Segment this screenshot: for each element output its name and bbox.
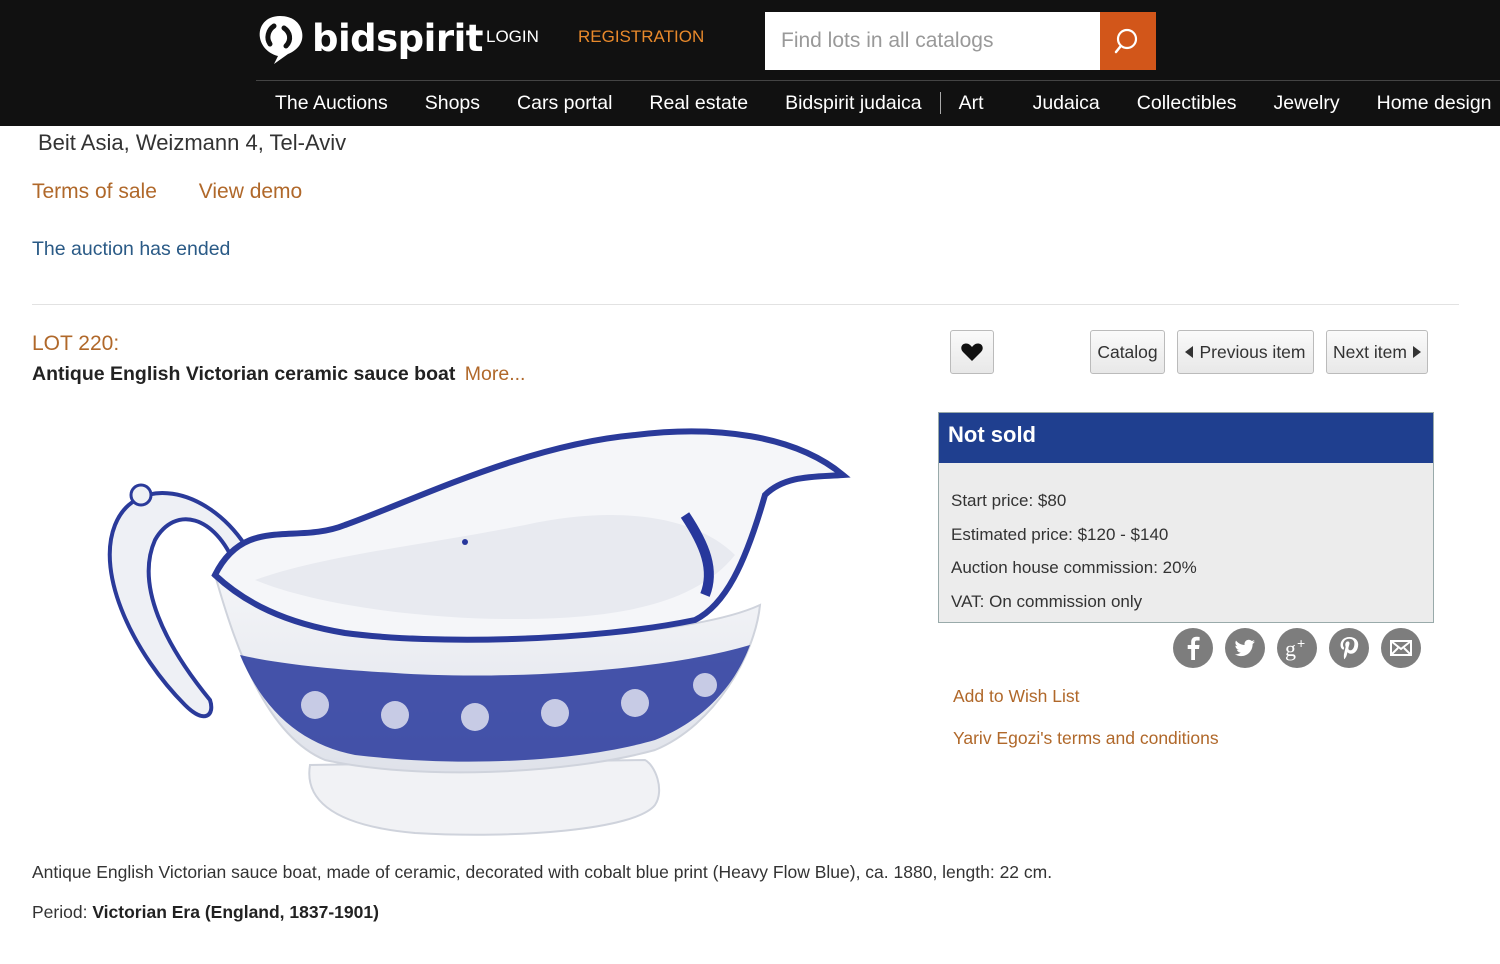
next-item-button[interactable]: Next item	[1326, 330, 1428, 374]
view-demo-link[interactable]: View demo	[199, 180, 303, 203]
search-bar	[765, 12, 1156, 70]
start-price: Start price: $80	[951, 491, 1067, 510]
bidspirit-logo-icon	[259, 16, 303, 64]
caret-right-icon	[1412, 346, 1421, 358]
google-plus-icon[interactable]: g +	[1277, 628, 1317, 668]
auction-venue: Beit Asia, Weizmann 4, Tel-Aviv	[38, 130, 347, 155]
facebook-icon[interactable]	[1173, 628, 1213, 668]
search-input[interactable]	[765, 12, 1100, 70]
catalog-button[interactable]: Catalog	[1090, 330, 1165, 374]
social-share: g +	[1173, 628, 1421, 668]
logo-text: bidspirit	[312, 16, 483, 60]
catalog-button-label: Catalog	[1097, 341, 1158, 362]
nav-cars-portal[interactable]: Cars portal	[517, 92, 612, 115]
nav-shops[interactable]: Shops	[425, 92, 480, 115]
previous-item-button[interactable]: Previous item	[1177, 330, 1314, 374]
section-divider	[32, 304, 1459, 305]
auction-commission: Auction house commission: 20%	[951, 558, 1197, 577]
main-nav: The Auctions Shops Cars portal Real esta…	[275, 90, 1492, 116]
next-item-label: Next item	[1333, 341, 1407, 362]
bidspirit-logo[interactable]: bidspirit	[254, 10, 483, 66]
lot-image[interactable]	[95, 405, 855, 845]
lot-number: LOT 220:	[32, 332, 120, 355]
period-value: Victorian Era (England, 1837-1901)	[92, 902, 379, 922]
nav-divider	[939, 92, 941, 114]
twitter-icon[interactable]	[1225, 628, 1265, 668]
more-link[interactable]: More...	[465, 363, 526, 385]
lot-title-text: Antique English Victorian ceramic sauce …	[32, 363, 456, 385]
caret-left-icon	[1185, 346, 1194, 358]
estimated-price: Estimated price: $120 - $140	[951, 524, 1169, 544]
terms-of-sale-link[interactable]: Terms of sale	[32, 180, 157, 203]
nav-real-estate[interactable]: Real estate	[649, 92, 748, 115]
nav-jewelry[interactable]: Jewelry	[1274, 92, 1340, 115]
search-button[interactable]	[1100, 12, 1156, 70]
svg-text:+: +	[1297, 635, 1305, 651]
favorite-button[interactable]	[950, 330, 994, 374]
heart-icon	[961, 343, 983, 361]
header-divider	[256, 80, 1500, 81]
lot-period: Period: Victorian Era (England, 1837-190…	[32, 902, 379, 923]
add-to-wish-list-link[interactable]: Add to Wish List	[953, 686, 1079, 707]
svg-text:g: g	[1285, 636, 1296, 661]
nav-the-auctions[interactable]: The Auctions	[275, 92, 388, 115]
vat-info: VAT: On commission only	[951, 591, 1143, 611]
search-icon	[1114, 28, 1138, 54]
sale-info-panel: Not sold Start price: $80 Estimated pric…	[938, 412, 1434, 623]
previous-item-label: Previous item	[1199, 341, 1306, 362]
auction-status-message: The auction has ended	[32, 238, 231, 260]
period-label: Period:	[32, 902, 88, 922]
auction-links: Terms of sale View demo	[32, 180, 338, 204]
registration-link[interactable]: REGISTRATION	[578, 27, 704, 47]
nav-judaica[interactable]: Judaica	[1033, 92, 1100, 115]
nav-art[interactable]: Art	[959, 92, 984, 115]
sale-status: Not sold	[939, 413, 1433, 463]
email-icon[interactable]	[1381, 628, 1421, 668]
pinterest-icon[interactable]	[1329, 628, 1369, 668]
login-link[interactable]: LOGIN	[486, 27, 539, 47]
lot-description: Antique English Victorian sauce boat, ma…	[32, 862, 1053, 882]
nav-collectibles[interactable]: Collectibles	[1137, 92, 1237, 115]
nav-home-design[interactable]: Home design	[1377, 92, 1492, 115]
house-terms-link[interactable]: Yariv Egozi's terms and conditions	[953, 728, 1219, 749]
nav-bidspirit-judaica[interactable]: Bidspirit judaica	[785, 92, 922, 115]
top-header: bidspirit LOGIN REGISTRATION The Auction…	[0, 0, 1500, 126]
lot-title: Antique English Victorian ceramic sauce …	[32, 363, 525, 386]
